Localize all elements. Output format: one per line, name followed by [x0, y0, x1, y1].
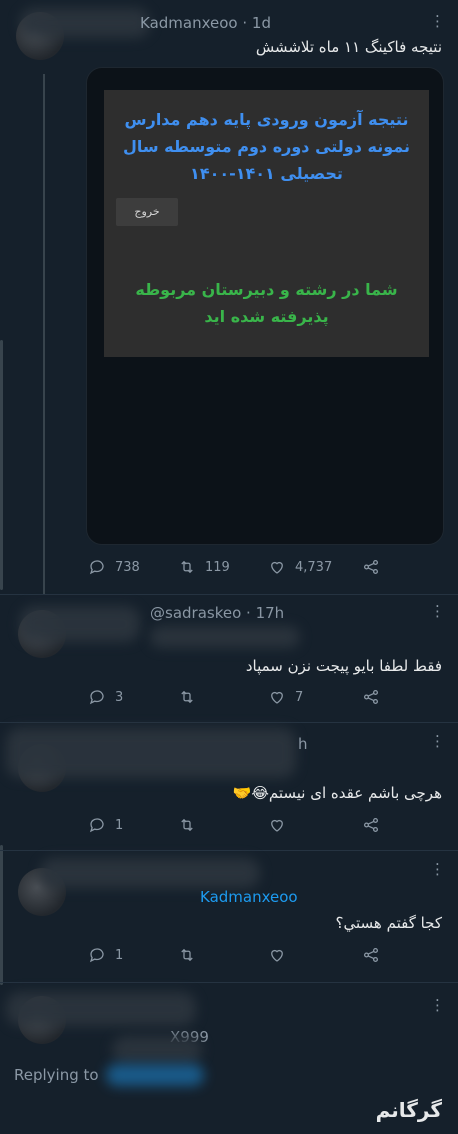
retweet-count: 119 — [205, 559, 230, 575]
share-icon — [363, 817, 379, 833]
reply-count: 3 — [115, 689, 124, 705]
redacted-name — [40, 858, 260, 888]
action-bar: 1 — [86, 816, 386, 838]
more-icon[interactable]: ⋮ — [430, 604, 445, 619]
redacted-replying — [150, 626, 300, 648]
reply-button[interactable]: 1 — [88, 946, 123, 964]
retweet-button[interactable] — [178, 688, 205, 706]
retweet-button[interactable]: 119 — [178, 558, 230, 576]
card-message: شما در رشته و دبیرستان مربوطه پذیرفته شد… — [135, 280, 398, 326]
tweet-handle[interactable]: Kadmanxeoo · 1d — [140, 14, 271, 32]
reply-icon — [89, 818, 104, 833]
share-button[interactable] — [362, 688, 380, 706]
divider — [0, 594, 458, 595]
thread-line — [43, 74, 45, 594]
more-icon[interactable]: ⋮ — [430, 862, 445, 877]
tweet-text: گرگانم — [375, 1098, 442, 1122]
tweet-text: نتیجه فاکینگ ۱۱ ماه تلاششش — [255, 38, 442, 56]
result-card: نتیجه آزمون ورودی پایه دهم مدارس نمونه د… — [104, 90, 429, 357]
reply-icon — [89, 948, 104, 963]
reply-count: 738 — [115, 559, 140, 575]
like-button[interactable]: 4,737 — [268, 558, 332, 576]
share-button[interactable] — [362, 946, 380, 964]
redacted-name — [6, 992, 196, 1026]
divider — [0, 722, 458, 723]
share-icon — [363, 559, 379, 575]
card-title: نتیجه آزمون ورودی پایه دهم مدارس نمونه د… — [122, 110, 411, 183]
like-icon — [271, 819, 283, 832]
reply-button[interactable]: 1 — [88, 816, 123, 834]
retweet-icon — [181, 948, 193, 962]
retweet-button[interactable] — [178, 946, 205, 964]
action-bar: 3 7 — [86, 688, 386, 710]
divider — [0, 982, 458, 983]
scroll-indicator — [0, 340, 3, 590]
share-icon — [363, 689, 379, 705]
reply-icon — [89, 560, 104, 575]
retweet-icon — [181, 690, 193, 704]
tweet-text: فقط لطفا بایو پیجت نزن سمپاد — [245, 657, 442, 675]
retweet-button[interactable] — [178, 816, 205, 834]
retweet-icon — [181, 818, 193, 832]
action-bar: 1 — [86, 946, 386, 968]
tweet-handle[interactable]: h — [298, 735, 308, 753]
like-count: 7 — [295, 689, 304, 705]
replying-to-label: Replying to — [14, 1066, 99, 1084]
like-icon — [271, 691, 283, 704]
replying-handle[interactable]: Kadmanxeoo — [200, 888, 298, 906]
exit-button: خروج — [116, 198, 178, 226]
like-icon — [271, 561, 283, 574]
share-icon — [363, 947, 379, 963]
more-icon[interactable]: ⋮ — [430, 998, 445, 1013]
more-icon[interactable]: ⋮ — [430, 14, 445, 29]
redacted-replying-handle — [106, 1064, 204, 1086]
more-icon[interactable]: ⋮ — [430, 734, 445, 749]
reply-count: 1 — [115, 817, 124, 833]
redacted-name — [20, 8, 150, 38]
retweet-icon — [181, 560, 193, 574]
tweet-text: کجا گفتم هستي؟ — [335, 914, 442, 932]
reply-button[interactable]: 738 — [88, 558, 140, 576]
reply-count: 1 — [115, 947, 124, 963]
tweet-media[interactable]: نتیجه آزمون ورودی پایه دهم مدارس نمونه د… — [86, 67, 444, 545]
reply-button[interactable]: 3 — [88, 688, 123, 706]
like-icon — [271, 949, 283, 962]
action-bar: 738 119 4,737 — [86, 558, 386, 580]
scroll-indicator-2 — [0, 845, 3, 985]
tweet-text: هرچی باشم عقده ای نیستم😂🤝 — [232, 784, 442, 802]
like-button[interactable] — [268, 946, 295, 964]
share-button[interactable] — [362, 816, 380, 834]
redacted-handle — [112, 1036, 202, 1064]
reply-icon — [89, 690, 104, 705]
redacted-name — [20, 606, 140, 642]
like-button[interactable] — [268, 816, 295, 834]
tweet-handle[interactable]: @sadraskeo · 17h — [150, 604, 284, 622]
share-button[interactable] — [362, 558, 380, 576]
like-button[interactable]: 7 — [268, 688, 303, 706]
redacted-header — [6, 728, 296, 778]
like-count: 4,737 — [295, 559, 333, 575]
divider — [0, 850, 458, 851]
